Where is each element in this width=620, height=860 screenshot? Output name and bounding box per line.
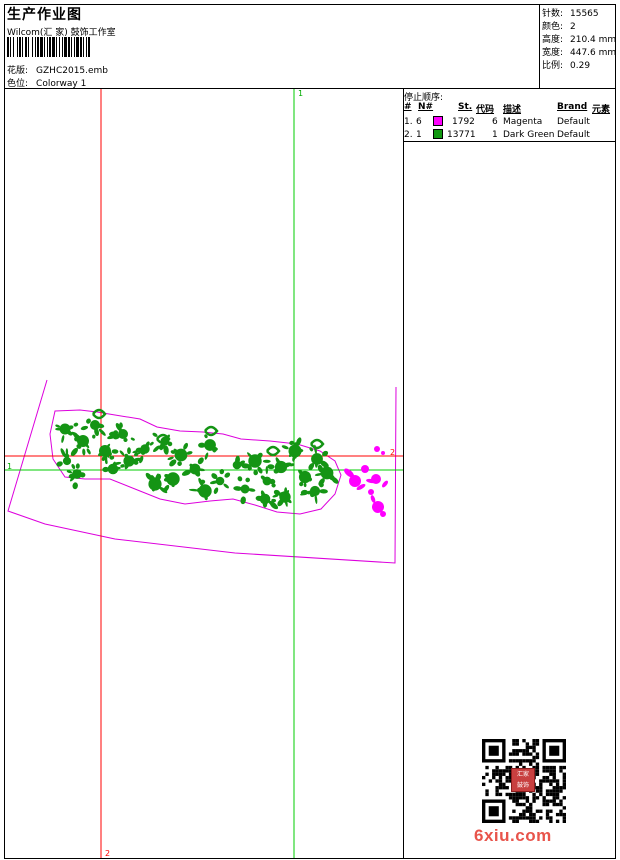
colorway-value: Colorway 1 xyxy=(36,79,87,89)
guide-label-v-red: 2 xyxy=(105,849,110,858)
col-header-stitches: St. xyxy=(458,102,473,112)
design-file-label: 花版: xyxy=(7,66,29,76)
table-divider xyxy=(404,141,615,142)
col-header-n: N# xyxy=(418,102,434,112)
col-header-code: 代码 xyxy=(476,105,495,115)
col-header-element: 元素 xyxy=(592,105,611,115)
stat-height: 高度: 210.4 mm xyxy=(542,35,617,45)
col-header-brand: Brand xyxy=(557,102,588,112)
fabric-outline xyxy=(7,379,397,564)
barcode-icon xyxy=(7,37,149,57)
design-file-line: 花版: GZHC2015.emb xyxy=(7,63,108,76)
color-swatch-magenta xyxy=(433,116,443,126)
guide-label-v-green: 1 xyxy=(298,89,303,98)
embroidery-design-preview: 1 2 1 2 xyxy=(5,89,403,858)
colorway-label: 色位: xyxy=(7,79,29,89)
design-file-value: GZHC2015.emb xyxy=(36,66,109,76)
col-header-seq: # xyxy=(404,102,412,112)
stat-stitches: 针数: 15565 xyxy=(542,9,599,19)
stat-width: 宽度: 447.6 mm xyxy=(542,48,617,58)
watermark-text: 6xiu.com xyxy=(474,826,552,845)
guide-label-h: 1 xyxy=(7,462,12,471)
page-title: 生产作业图 xyxy=(7,7,82,23)
guide-label-h-end: 2 xyxy=(390,448,395,457)
colorway-line: 色位: Colorway 1 xyxy=(7,76,86,89)
col-header-desc: 描述 xyxy=(503,105,522,115)
stat-scale: 比例: 0.29 xyxy=(542,61,591,71)
green-floral-embroidery xyxy=(55,408,339,510)
magenta-floral-embroidery xyxy=(344,446,388,517)
seal-stamp-icon: 汇家 鼓饰 xyxy=(511,768,535,792)
color-swatch-dark-green xyxy=(433,129,443,139)
stat-colors: 颜色: 2 xyxy=(542,22,576,32)
